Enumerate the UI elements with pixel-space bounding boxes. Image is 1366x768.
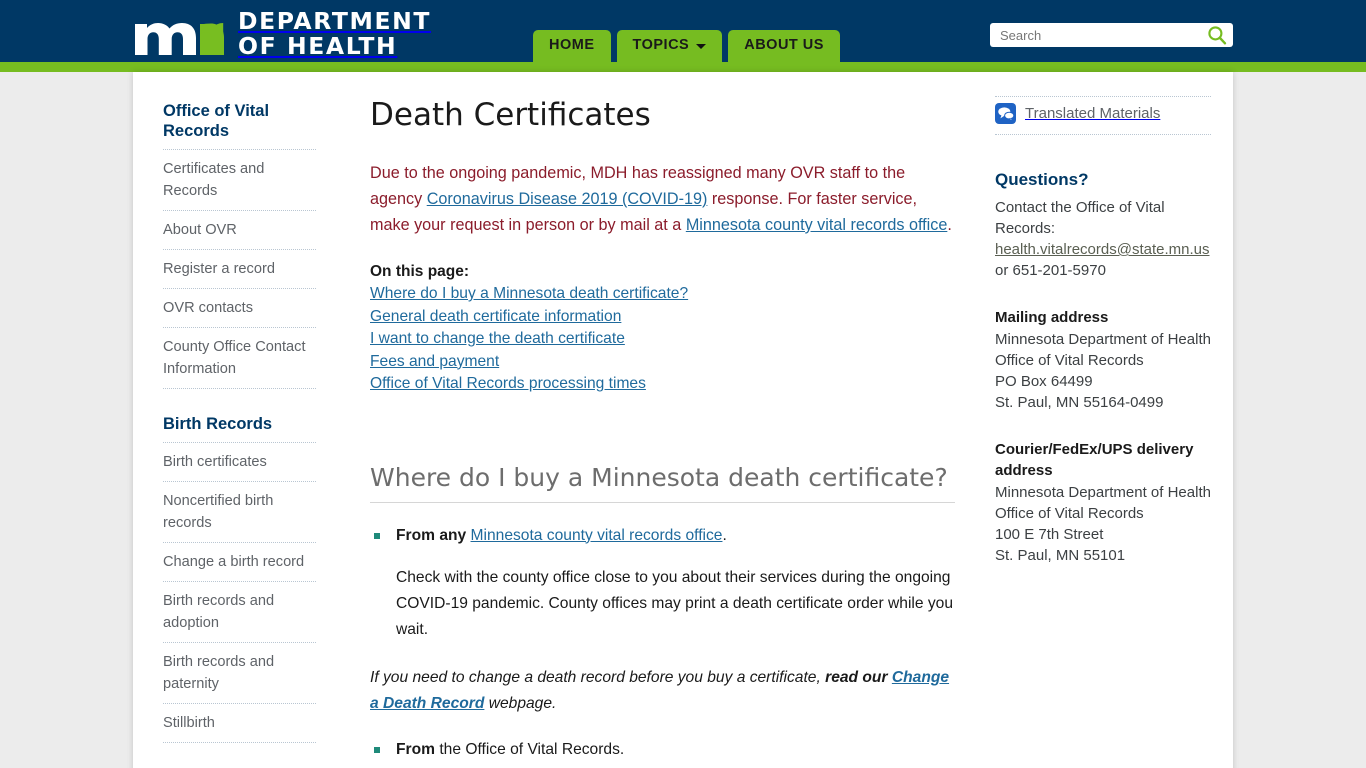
translated-materials-link[interactable]: Translated Materials [995, 96, 1211, 135]
sidebar-item-register-a-record[interactable]: Register a record [163, 250, 316, 289]
search-box[interactable] [990, 23, 1233, 47]
nav-item-about-us[interactable]: ABOUT US [728, 30, 840, 62]
content-container: Office of Vital Records Certificates and… [133, 72, 1233, 768]
sidebar-item-about-ovr[interactable]: About OVR [163, 211, 316, 250]
purchase-options-list: From any Minnesota county vital records … [370, 523, 955, 549]
logo-line-2: OF HEALTH [238, 32, 398, 60]
courier-address-line-2: Office of Vital Records [995, 505, 1144, 522]
alert-text-part-3: . [947, 216, 952, 234]
logo-line-1: DEPARTMENT [238, 7, 432, 35]
page-title: Death Certificates [370, 97, 651, 133]
purchase-options-list-continued: From the Office of Vital Records. [370, 737, 955, 763]
site-logo-text: DEPARTMENT OF HEALTH [238, 9, 431, 59]
bullet-2-lead-text: From [396, 740, 435, 758]
site-header: DEPARTMENT OF HEALTH HOME TOPICS ABOUT U… [0, 0, 1366, 62]
questions-phone: or 651-201-5970 [995, 262, 1106, 279]
left-sidebar-navigation: Office of Vital Records Certificates and… [133, 72, 338, 768]
courier-address-line-3: 100 E 7th Street [995, 526, 1104, 543]
toc-link-change-the-certificate[interactable]: I want to change the death certificate [370, 328, 955, 351]
mailing-address-heading: Mailing address [995, 309, 1109, 326]
sidebar-heading-birth-records: Birth Records [163, 411, 316, 443]
page-shell: Office of Vital Records Certificates and… [0, 72, 1366, 768]
toc-link-where-do-i-buy[interactable]: Where do I buy a Minnesota death certifi… [370, 283, 955, 306]
bullet-1-tail: . [722, 526, 727, 544]
courier-address-heading: Courier/FedEx/UPS delivery address [995, 441, 1194, 479]
alert-link-covid19[interactable]: Coronavirus Disease 2019 (COVID-19) [427, 190, 708, 208]
sidebar-item-birth-records-and-paternity[interactable]: Birth records and paternity [163, 643, 316, 704]
sidebar-heading-office-of-vital-records: Office of Vital Records [163, 98, 316, 150]
mailing-address-line-1: Minnesota Department of Health [995, 331, 1211, 348]
translated-materials-label: Translated Materials [1025, 104, 1161, 122]
sidebar-item-birth-certificates[interactable]: Birth certificates [163, 443, 316, 482]
primary-navigation: HOME TOPICS ABOUT US [533, 30, 840, 62]
sidebar-item-certificates-and-records[interactable]: Certificates and Records [163, 150, 316, 211]
nav-item-topics-label: TOPICS [632, 37, 690, 53]
main-content: Death Certificates Due to the ongoing pa… [338, 72, 985, 765]
questions-email-wrapper: health.vitalrecords@state.mn.us [995, 239, 1211, 260]
courier-address-line-4: St. Paul, MN 55101 [995, 547, 1126, 564]
sidebar-item-noncertified-birth-records[interactable]: Noncertified birth records [163, 482, 316, 543]
on-this-page-links: Where do I buy a Minnesota death certifi… [370, 283, 955, 396]
bullet-2-tail: the Office of Vital Records. [434, 740, 625, 758]
mn-logo-icon [135, 23, 224, 55]
sidebar-item-change-a-birth-record[interactable]: Change a birth record [163, 543, 316, 582]
search-button[interactable] [1205, 25, 1229, 45]
sidebar-item-stillbirth[interactable]: Stillbirth [163, 704, 316, 743]
search-input[interactable] [998, 25, 1205, 45]
nav-item-topics[interactable]: TOPICS [616, 30, 723, 62]
speech-bubbles-icon [995, 103, 1016, 124]
search-icon [1208, 26, 1227, 45]
nav-item-home-label: HOME [549, 37, 595, 53]
questions-email-link[interactable]: health.vitalrecords@state.mn.us [995, 241, 1210, 258]
bullet-1-link-county-vital-records-office[interactable]: Minnesota county vital records office [471, 527, 723, 544]
courier-address-line-1: Minnesota Department of Health [995, 484, 1211, 501]
covid-alert-paragraph: Due to the ongoing pandemic, MDH has rea… [370, 160, 955, 238]
chevron-down-icon [696, 44, 707, 49]
alert-link-county-vital-records-office[interactable]: Minnesota county vital records office [686, 216, 948, 234]
change-note-part-1: If you need to change a death record bef… [370, 668, 826, 686]
mailing-address-line-4: St. Paul, MN 55164-0499 [995, 394, 1164, 411]
toc-link-general-information[interactable]: General death certificate information [370, 306, 955, 329]
section-title-where-do-i-buy: Where do I buy a Minnesota death certifi… [370, 462, 955, 503]
right-sidebar: Translated Materials Questions? Contact … [985, 72, 1233, 566]
mailing-address-line-3: PO Box 64499 [995, 373, 1093, 390]
list-item: From any Minnesota county vital records … [370, 523, 955, 549]
bullet-1-lead-text: From any [396, 526, 471, 544]
header-green-divider [0, 62, 1366, 72]
toc-link-fees-and-payment[interactable]: Fees and payment [370, 351, 955, 374]
sidebar-item-ovr-contacts[interactable]: OVR contacts [163, 289, 316, 328]
nav-item-home[interactable]: HOME [533, 30, 611, 62]
on-this-page-label: On this page: [370, 263, 470, 280]
questions-heading: Questions? [995, 170, 1089, 189]
sidebar-item-birth-records-and-adoption[interactable]: Birth records and adoption [163, 582, 316, 643]
bullet-1-description: Check with the county office close to yo… [396, 568, 954, 638]
mailing-address-line-2: Office of Vital Records [995, 352, 1144, 369]
change-record-note: If you need to change a death record bef… [370, 665, 950, 717]
change-note-part-2: webpage. [484, 694, 557, 712]
site-logo-link[interactable]: DEPARTMENT OF HEALTH [133, 9, 431, 59]
list-item: From the Office of Vital Records. [370, 737, 955, 763]
sidebar-item-county-office-contact-information[interactable]: County Office Contact Information [163, 328, 316, 389]
toc-link-processing-times[interactable]: Office of Vital Records processing times [370, 373, 955, 396]
nav-item-about-us-label: ABOUT US [744, 37, 824, 53]
questions-contact-text: Contact the Office of Vital Records: [995, 199, 1165, 237]
change-note-bold: read our [825, 668, 888, 686]
